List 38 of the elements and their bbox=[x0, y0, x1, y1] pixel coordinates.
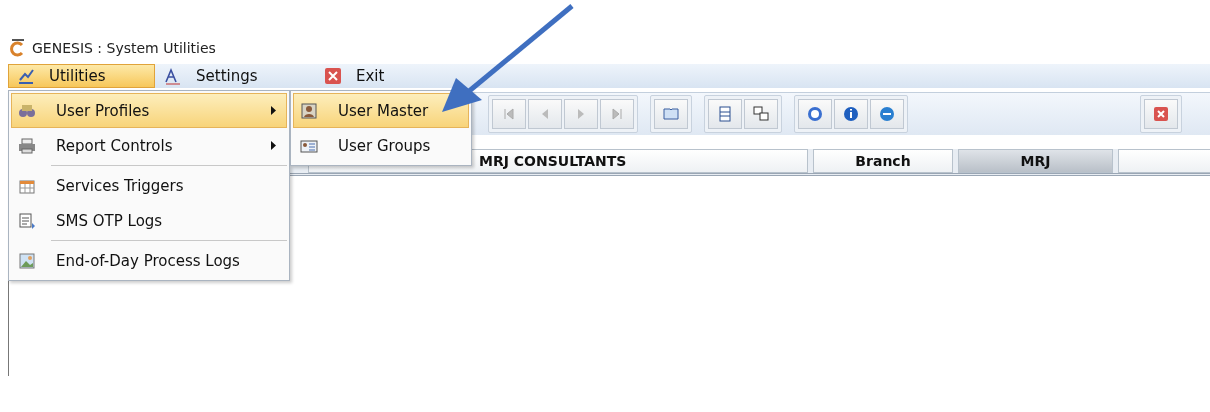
menu-item[interactable]: End-of-Day Process Logs bbox=[11, 243, 287, 278]
last-icon bbox=[609, 106, 625, 122]
person-icon bbox=[300, 101, 318, 120]
cascade-windows-button[interactable] bbox=[744, 99, 778, 129]
picture-icon bbox=[18, 251, 36, 270]
chart-icon bbox=[17, 67, 35, 85]
menu-item[interactable]: SMS OTP Logs bbox=[11, 203, 287, 238]
previous-record-button[interactable] bbox=[528, 99, 562, 129]
menu-item[interactable]: User Profiles bbox=[11, 93, 287, 128]
document-icon bbox=[18, 211, 36, 230]
info-button[interactable] bbox=[834, 99, 868, 129]
branch-label: Branch bbox=[813, 149, 953, 173]
info-icon bbox=[843, 106, 859, 122]
remote-icon bbox=[879, 106, 895, 122]
menu-item[interactable]: User Master bbox=[293, 93, 469, 128]
window-title: GENESIS : System Utilities bbox=[32, 40, 216, 56]
branch-value: MRJ bbox=[958, 149, 1113, 173]
font-icon bbox=[164, 67, 182, 85]
last-record-button[interactable] bbox=[600, 99, 634, 129]
close-icon bbox=[324, 67, 342, 85]
menu-item[interactable]: Report Controls bbox=[11, 128, 287, 163]
menu-item[interactable]: Services Triggers bbox=[11, 168, 287, 203]
horizontal-layout-icon bbox=[717, 106, 733, 122]
cascade-windows-icon bbox=[753, 106, 769, 122]
app-logo-icon bbox=[10, 39, 26, 57]
first-icon bbox=[501, 106, 517, 122]
menu-bar-item[interactable]: Utilities bbox=[8, 64, 155, 88]
next-record-button[interactable] bbox=[564, 99, 598, 129]
help-button[interactable] bbox=[798, 99, 832, 129]
book-icon bbox=[663, 106, 679, 122]
close-icon bbox=[1153, 106, 1169, 122]
printer-icon bbox=[18, 136, 36, 155]
menu-bar-item[interactable]: Settings bbox=[155, 64, 315, 88]
remote-button[interactable] bbox=[870, 99, 904, 129]
menu-bar-item[interactable]: Exit bbox=[315, 64, 435, 88]
help-icon bbox=[807, 106, 823, 122]
first-record-button[interactable] bbox=[492, 99, 526, 129]
horizontal-layout-button[interactable] bbox=[708, 99, 742, 129]
